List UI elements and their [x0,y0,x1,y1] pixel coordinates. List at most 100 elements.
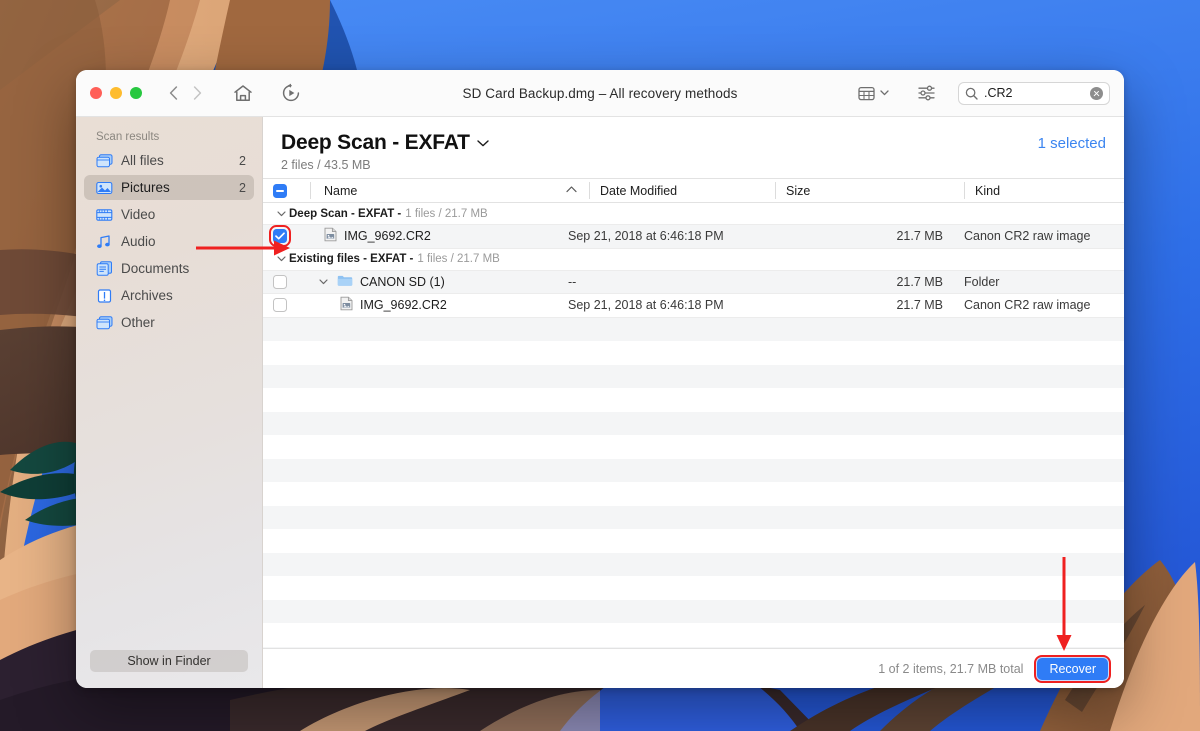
empty-row [263,552,1124,576]
search-field[interactable]: .CR2 [958,81,1110,105]
group-meta: 1 files / 21.7 MB [417,253,500,265]
selected-count-label: 1 selected [1037,135,1106,152]
row-kind-cell: Canon CR2 raw image [964,229,1091,244]
content-header: Deep Scan - EXFAT 2 files / 43.5 MB 1 se… [263,117,1124,178]
desktop: SD Card Backup.dmg – All recovery method… [0,0,1200,731]
column-divider [775,182,776,199]
row-checkbox-cell [269,225,310,248]
column-header-name[interactable]: Name [310,178,589,203]
search-input-value[interactable]: .CR2 [984,86,1084,100]
disclosure-chevron-icon[interactable] [273,256,289,262]
traffic-lights [90,87,142,99]
show-in-finder-button[interactable]: Show in Finder [90,650,248,672]
empty-row [263,529,1124,553]
row-checkbox[interactable] [269,225,291,248]
column-divider [589,182,590,199]
row-name-cell: IMG_9692.CR2 [310,296,557,314]
scan-title-group[interactable]: Deep Scan - EXFAT [281,131,489,155]
sidebar-item-archives[interactable]: Archives [84,283,254,308]
rewind-play-icon [282,83,300,102]
empty-row [263,482,1124,506]
column-header-kind[interactable]: Kind [964,178,1124,203]
footer-status-label: 1 of 2 items, 21.7 MB total [878,661,1024,676]
file-list[interactable]: Deep Scan - EXFAT - 1 files / 21.7 MB IM… [263,203,1124,648]
file-name: IMG_9692.CR2 [344,229,431,244]
time-machine-button[interactable] [278,80,304,106]
home-button[interactable] [230,80,256,106]
video-icon [96,206,113,223]
group-title: Deep Scan - EXFAT - [289,207,402,220]
sidebar-header: Scan results [96,131,160,143]
raw-image-file-icon [324,227,337,245]
sidebar-item-other[interactable]: Other [84,310,254,335]
sidebar-item-label: Other [121,315,155,330]
folder-icon [337,274,353,290]
checkmark-icon [275,232,285,240]
column-header-label: Kind [975,183,1001,198]
empty-row [263,458,1124,482]
table-header-row: Name Date Modified Size Kind [263,178,1124,203]
sidebar-item-documents[interactable]: Documents [84,256,254,281]
sort-ascending-icon [566,185,577,196]
column-divider [310,182,311,199]
window-body: Scan results All files 2 Pictures 2 Vide… [76,117,1124,688]
sidebar-item-pictures[interactable]: Pictures 2 [84,175,254,200]
group-title: Existing files - EXFAT - [289,253,414,265]
back-button[interactable] [162,81,184,105]
minimize-window-button[interactable] [110,87,122,99]
filter-settings-button[interactable] [913,81,940,105]
scan-title: Deep Scan - EXFAT [281,131,470,154]
chevron-left-icon [169,86,177,100]
row-kind-cell: Folder [964,274,1000,289]
audio-icon [96,233,113,250]
empty-row [263,411,1124,435]
app-window: SD Card Backup.dmg – All recovery method… [76,70,1124,688]
column-header-date-modified[interactable]: Date Modified [589,178,775,203]
clear-search-icon[interactable] [1090,86,1103,100]
row-date-cell: Sep 21, 2018 at 6:46:18 PM [568,298,724,313]
all-files-icon [96,152,113,169]
group-header-row[interactable]: Deep Scan - EXFAT - 1 files / 21.7 MB [263,203,1124,225]
footer-bar: 1 of 2 items, 21.7 MB total Recover [263,648,1124,688]
row-checkbox[interactable] [273,298,287,313]
select-all-header-cell [273,178,310,203]
folder-name: CANON SD (1) [360,274,445,289]
row-name-cell: CANON SD (1) [310,274,557,290]
group-meta: 1 files / 21.7 MB [405,207,488,220]
table-row[interactable]: IMG_9692.CR2 Sep 21, 2018 at 6:46:18 PM … [263,294,1124,318]
sliders-icon [918,85,935,101]
archives-icon [96,287,113,304]
column-header-size[interactable]: Size [775,178,964,203]
sidebar-item-all-files[interactable]: All files 2 [84,148,254,173]
window-titlebar: SD Card Backup.dmg – All recovery method… [76,70,1124,117]
table-row[interactable]: CANON SD (1) -- 21.7 MB Folder [263,270,1124,294]
row-date-cell: -- [568,274,577,289]
disclosure-chevron-icon[interactable] [273,210,289,217]
recover-button[interactable]: Recover [1034,654,1111,683]
documents-icon [96,260,113,277]
sidebar-item-label: Pictures [121,180,170,195]
row-name-cell: IMG_9692.CR2 [310,227,557,245]
table-row[interactable]: IMG_9692.CR2 Sep 21, 2018 at 6:46:18 PM … [263,225,1124,249]
view-options-button[interactable] [854,83,893,104]
empty-row [263,576,1124,600]
forward-button[interactable] [186,81,208,105]
empty-row [263,505,1124,529]
sidebar-item-audio[interactable]: Audio [84,229,254,254]
close-window-button[interactable] [90,87,102,99]
select-all-checkbox[interactable] [273,183,287,198]
file-name: IMG_9692.CR2 [360,298,447,313]
chevron-down-icon[interactable] [477,139,489,147]
row-checkbox[interactable] [273,274,287,289]
empty-row [263,317,1124,341]
chevron-down-icon [880,90,889,96]
sidebar-item-label: Archives [121,288,173,303]
empty-row [263,364,1124,388]
column-divider [964,182,965,199]
empty-row [263,623,1124,647]
zoom-window-button[interactable] [130,87,142,99]
group-header-row[interactable]: Existing files - EXFAT - 1 files / 21.7 … [263,248,1124,271]
disclosure-chevron-icon[interactable] [316,279,330,285]
column-header-label: Size [786,183,811,198]
sidebar-item-video[interactable]: Video [84,202,254,227]
